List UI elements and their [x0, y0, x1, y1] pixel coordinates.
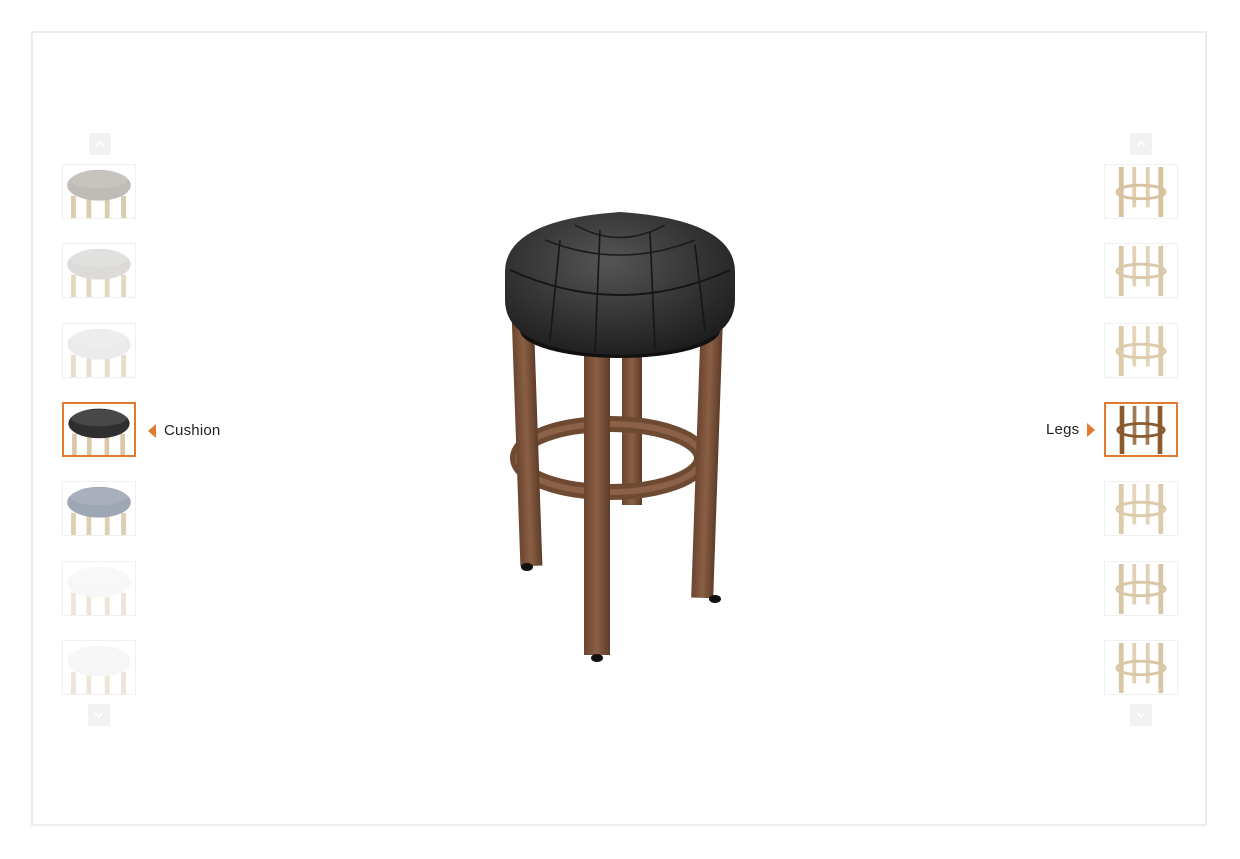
legs-scroll-up-button[interactable]	[1130, 133, 1152, 155]
legs-thumbnail-image	[1115, 166, 1167, 218]
chevron-down-icon	[1136, 712, 1146, 719]
legs-option-walnut[interactable]	[1104, 402, 1178, 457]
legs-thumbnail-image	[1115, 245, 1167, 297]
legs-thumbnail-image	[1115, 563, 1167, 615]
chevron-up-icon	[95, 140, 105, 147]
legs-thumbnail-image	[1115, 325, 1167, 377]
cushion-thumbnail-image	[67, 645, 131, 694]
cushion-thumbnail-image	[67, 248, 131, 297]
cushion-option-ivory[interactable]	[62, 640, 136, 695]
cushion-option-slate-blue[interactable]	[62, 481, 136, 536]
legs-selection-label: Legs	[1046, 421, 1096, 438]
caret-left-icon	[148, 423, 156, 438]
chevron-up-icon	[1136, 140, 1146, 147]
cushion-thumbnail-image	[67, 566, 131, 615]
cushion-selection-label: Cushion	[148, 422, 220, 439]
legs-option-natural-3[interactable]	[1104, 323, 1178, 378]
legs-option-natural-2[interactable]	[1104, 243, 1178, 298]
cushion-option-black[interactable]	[62, 402, 136, 457]
cushion-label-text: Cushion	[164, 422, 221, 439]
cushion-thumbnail-image	[68, 408, 130, 455]
legs-option-natural-4[interactable]	[1104, 481, 1178, 536]
cushion-option-white[interactable]	[62, 561, 136, 616]
caret-right-icon	[1087, 422, 1096, 437]
cushion-option-taupe[interactable]	[62, 164, 136, 219]
legs-thumbnail-image	[1115, 642, 1167, 694]
cushion-thumbnail-image	[67, 486, 131, 535]
cushion-thumbnail-image	[67, 328, 131, 377]
legs-thumbnail-image	[1116, 405, 1166, 455]
bar-stool-preview[interactable]	[490, 200, 750, 670]
cushion-scroll-up-button[interactable]	[89, 133, 111, 155]
legs-label-text: Legs	[1046, 421, 1080, 438]
cushion-scroll-down-button[interactable]	[88, 704, 110, 726]
cushion-option-light-grey[interactable]	[62, 243, 136, 298]
chevron-down-icon	[94, 712, 104, 719]
bar-stool-image	[505, 212, 735, 662]
legs-option-natural-6[interactable]	[1104, 640, 1178, 695]
legs-option-natural-5[interactable]	[1104, 561, 1178, 616]
cushion-thumbnail-image	[67, 169, 131, 218]
legs-option-natural-1[interactable]	[1104, 164, 1178, 219]
legs-scroll-down-button[interactable]	[1130, 704, 1152, 726]
cushion-option-silver[interactable]	[62, 323, 136, 378]
legs-thumbnail-image	[1115, 483, 1167, 535]
